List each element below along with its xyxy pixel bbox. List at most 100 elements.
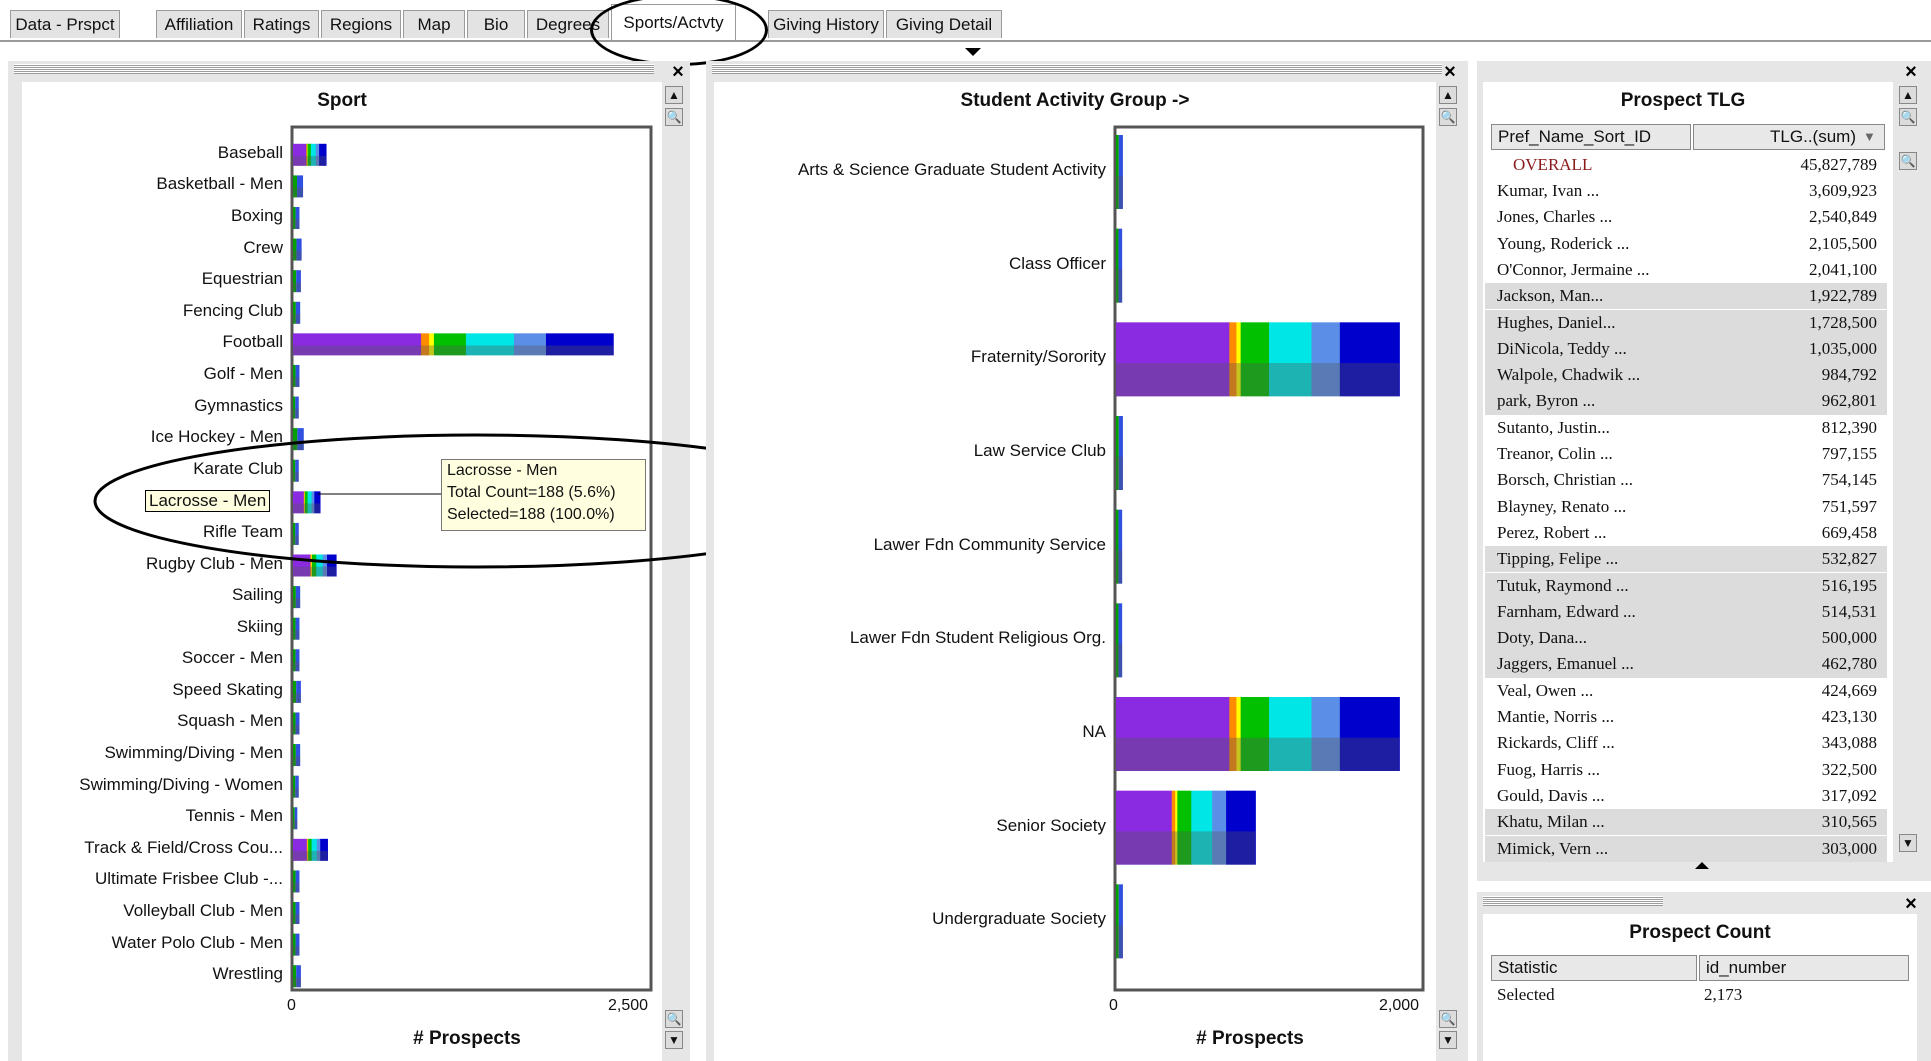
tlg-row-value: 2,041,100 [1809, 259, 1877, 279]
tlg-col-value-header[interactable]: TLG..(sum) [1693, 124, 1885, 150]
tlg-row-value: 984,792 [1821, 365, 1877, 385]
activity-category-label[interactable]: Lawer Fdn Community Service [714, 535, 1106, 555]
overall-label: OVERALL [1513, 155, 1593, 174]
activity-bar-5[interactable] [1116, 603, 1123, 678]
tlg-table-row[interactable]: Borsch, Christian ... 754,145 [1485, 467, 1887, 493]
tlg-row-name: Rickards, Cliff ... [1497, 733, 1615, 753]
tlg-row-value: 1,728,500 [1809, 312, 1877, 332]
tlg-table-row[interactable]: Blayney, Renato ... 751,597 [1485, 494, 1887, 520]
activity-category-label[interactable]: Undergraduate Society [714, 909, 1106, 929]
tlg-table-row[interactable]: Jaggers, Emanuel ... 462,780 [1485, 651, 1887, 678]
tlg-row-name: O'Connor, Jermaine ... [1497, 259, 1650, 279]
tlg-row-value: 462,780 [1821, 654, 1877, 674]
tlg-table-row[interactable]: Doty, Dana... 500,000 [1485, 625, 1887, 652]
tlg-row-value: 423,130 [1821, 707, 1877, 726]
activity-category-label[interactable]: Law Service Club [714, 441, 1106, 461]
tlg-scroll-up-icon[interactable]: ▲ [1899, 86, 1917, 104]
tlg-expand-arrow-icon[interactable] [1695, 862, 1709, 869]
count-panel-grip[interactable] [1483, 896, 1663, 906]
activity-bar-2[interactable] [1116, 322, 1400, 397]
tlg-row-name: Khatu, Milan ... [1497, 812, 1605, 832]
tlg-row-name: Jones, Charles ... [1497, 207, 1613, 227]
tlg-table-row[interactable]: Treanor, Colin ... 797,155 [1485, 441, 1887, 467]
tlg-row-name: Jackson, Man... [1497, 286, 1604, 306]
activity-category-label[interactable]: NA [714, 722, 1106, 742]
tlg-row-name: Gould, Davis ... [1497, 785, 1605, 805]
tlg-table-row[interactable]: Tipping, Felipe ... 532,827 [1485, 546, 1887, 573]
tlg-row-value: 424,669 [1821, 680, 1877, 700]
tlg-table-row[interactable]: Khatu, Milan ... 310,565 [1485, 809, 1887, 836]
count-col-statistic-header[interactable]: Statistic [1491, 955, 1697, 981]
tlg-row-value: 500,000 [1821, 628, 1877, 648]
activity-bar-3[interactable] [1116, 416, 1123, 490]
tlg-row-name: Young, Roderick ... [1497, 233, 1630, 253]
tlg-table-row[interactable]: Veal, Owen ... 424,669 [1485, 678, 1887, 704]
activity-category-label[interactable]: Arts & Science Graduate Student Activity [714, 160, 1106, 180]
tlg-row-value: 962,801 [1821, 391, 1877, 411]
tlg-table-row[interactable]: Gould, Davis ... 317,092 [1485, 783, 1887, 809]
tlg-row-value: 669,458 [1821, 522, 1877, 542]
count-col-id-header[interactable]: id_number [1699, 955, 1909, 981]
tlg-row-value: 754,145 [1821, 470, 1877, 490]
tlg-row-value: 812,390 [1821, 417, 1877, 437]
tlg-close-icon[interactable]: × [1903, 62, 1919, 82]
activity-category-label[interactable]: Class Officer [714, 254, 1106, 274]
tlg-table-row[interactable]: Farnham, Edward ... 514,531 [1485, 598, 1887, 626]
tlg-table-row[interactable]: park, Byron ... 962,801 [1485, 388, 1887, 415]
tlg-row-name: Tipping, Felipe ... [1497, 549, 1619, 569]
tlg-table-row[interactable]: Perez, Robert ... 669,458 [1485, 520, 1887, 546]
tlg-table-row[interactable]: O'Connor, Jermaine ... 2,041,100 [1485, 257, 1887, 283]
tlg-table-row[interactable]: Rickards, Cliff ... 343,088 [1485, 730, 1887, 756]
tlg-row-value: 1,922,789 [1809, 286, 1877, 306]
tlg-table-row[interactable]: Fuog, Harris ... 322,500 [1485, 757, 1887, 783]
activity-category-label[interactable]: Senior Society [714, 816, 1106, 836]
activity-bar-0[interactable] [1116, 135, 1123, 209]
activity-bar-4[interactable] [1116, 509, 1123, 584]
overall-value: 45,827,789 [1800, 155, 1878, 174]
tlg-row-value: 3,609,923 [1809, 181, 1877, 200]
tlg-table-row[interactable]: Mantie, Norris ... 423,130 [1485, 704, 1887, 730]
count-title: Prospect Count [1629, 922, 1771, 943]
tlg-row-name: Mantie, Norris ... [1497, 707, 1615, 726]
activity-bar-8[interactable] [1116, 884, 1123, 959]
tlg-col-name-header[interactable]: Pref_Name_Sort_ID [1491, 124, 1691, 150]
tlg-table-row[interactable]: Jackson, Man... 1,922,789 [1485, 283, 1887, 310]
tlg-row-value: 532,827 [1821, 549, 1877, 569]
activity-category-label[interactable]: Lawer Fdn Student Religious Org. [714, 628, 1106, 648]
sort-arrow-icon[interactable]: ▼ [1863, 129, 1876, 144]
tlg-table-row[interactable]: Tutuk, Raymond ... 516,195 [1485, 572, 1887, 599]
tlg-table-row[interactable]: Young, Roderick ... 2,105,500 [1485, 231, 1887, 257]
activity-bar-7[interactable] [1116, 790, 1256, 865]
tlg-table-row[interactable]: Jones, Charles ... 2,540,849 [1485, 204, 1887, 230]
tlg-table-row[interactable]: Walpole, Chadwik ... 984,792 [1485, 362, 1887, 389]
tlg-row-name: Hughes, Daniel... [1497, 312, 1616, 332]
activity-category-label[interactable]: Fraternity/Sorority [714, 347, 1106, 367]
tlg-table-row[interactable]: Hughes, Daniel... 1,728,500 [1485, 309, 1887, 336]
activity-x-tick-0: 0 [1109, 997, 1118, 1014]
activity-bar-6[interactable] [1116, 697, 1400, 771]
tlg-row-value: 514,531 [1821, 601, 1877, 621]
tlg-row-value: 797,155 [1821, 444, 1877, 463]
tlg-row-name: Tutuk, Raymond ... [1497, 575, 1629, 595]
tlg-overall-row[interactable]: OVERALL 45,827,789 [1485, 152, 1887, 178]
tlg-table-row[interactable]: Sutanto, Justin... 812,390 [1485, 415, 1887, 441]
tlg-table-row[interactable]: Kumar, Ivan ... 3,609,923 [1485, 178, 1887, 204]
count-close-icon[interactable]: × [1903, 894, 1919, 914]
tlg-row-value: 303,000 [1821, 838, 1877, 858]
tlg-row-name: Borsch, Christian ... [1497, 470, 1633, 490]
tlg-row-name: DiNicola, Teddy ... [1497, 338, 1627, 358]
tlg-row-name: Blayney, Renato ... [1497, 496, 1627, 516]
tlg-row-name: park, Byron ... [1497, 391, 1596, 411]
tlg-row-value: 516,195 [1821, 575, 1877, 595]
tlg-scroll-down-icon[interactable]: ▼ [1899, 834, 1917, 852]
tlg-table-row[interactable]: Mimick, Vern ... 303,000 [1485, 835, 1887, 862]
tlg-table-row[interactable]: DiNicola, Teddy ... 1,035,000 [1485, 335, 1887, 363]
tlg-title: Prospect TLG [1620, 90, 1746, 111]
activity-x-tick-max: 2,000 [1379, 997, 1420, 1014]
activity-bar-1[interactable] [1116, 228, 1123, 303]
tlg-zoom-icon[interactable]: 🔍 [1899, 108, 1917, 126]
tlg-row-name: Veal, Owen ... [1497, 680, 1594, 700]
tlg-row-name: Treanor, Colin ... [1497, 444, 1613, 463]
tlg-zoom-icon-2[interactable]: 🔍 [1899, 152, 1917, 170]
tlg-row-name: Doty, Dana... [1497, 628, 1588, 648]
